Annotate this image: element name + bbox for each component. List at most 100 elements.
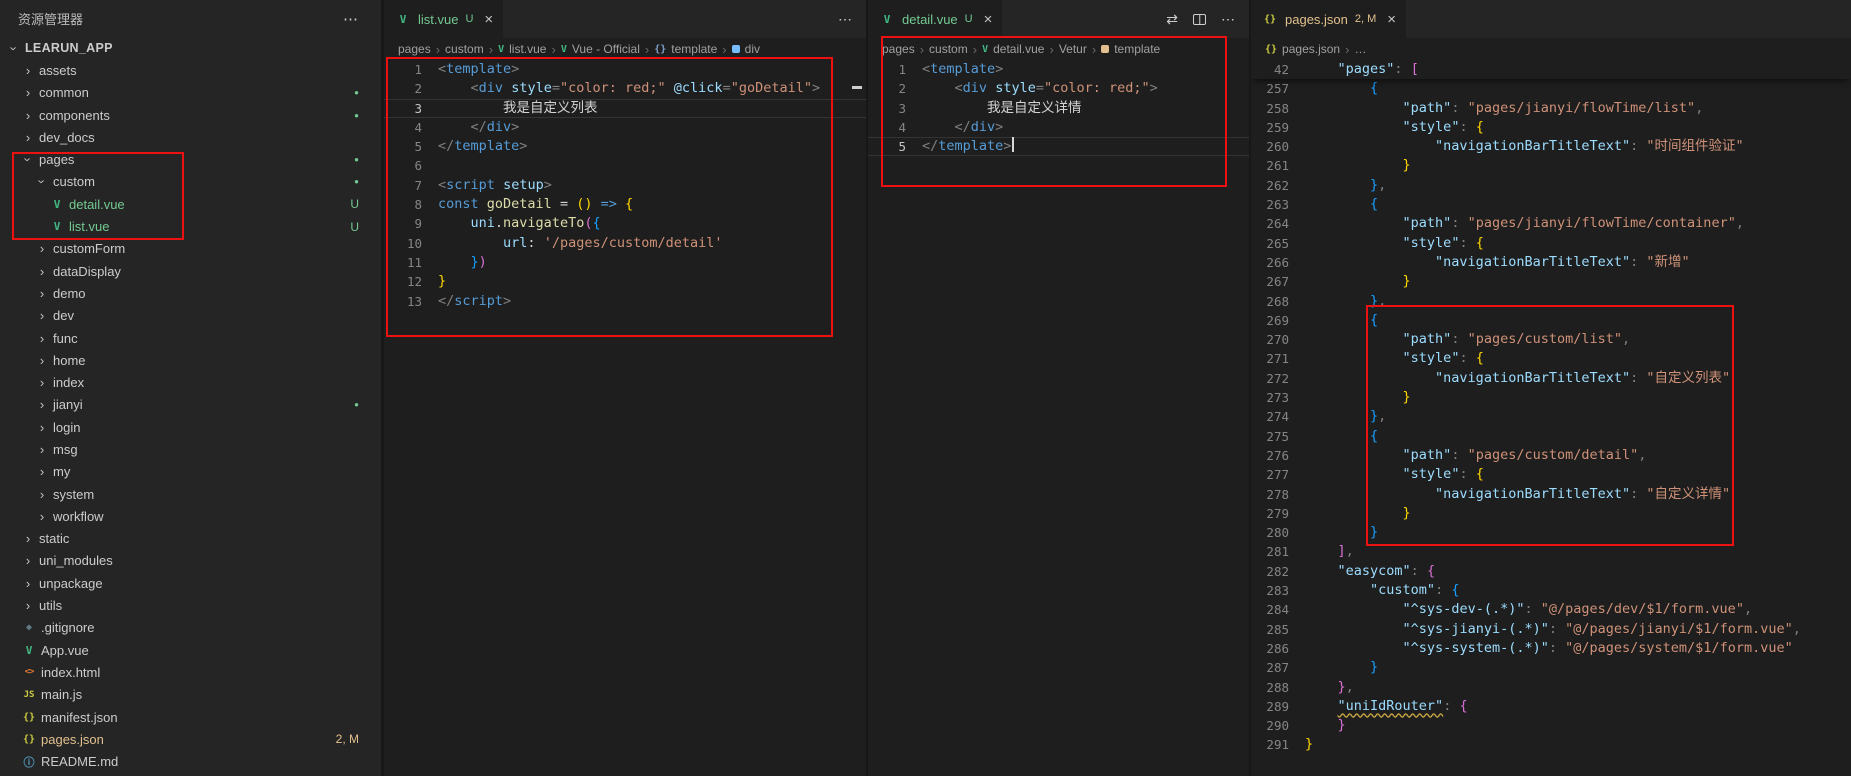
more-actions-icon[interactable]: ⋯ [1221,11,1235,28]
tree-item-label: list.vue [66,219,109,234]
tree-item-static[interactable]: ›static [0,528,381,550]
breadcrumb-item[interactable]: template [1114,42,1160,56]
breadcrumb-item[interactable]: custom [445,42,484,56]
tree-item-home[interactable]: ›home [0,349,381,371]
breadcrumb-item[interactable]: div [745,42,760,56]
code-line: 4 </div> [868,118,1249,137]
more-actions-icon[interactable]: ⋯ [838,11,852,28]
open-changes-icon[interactable]: ⇄ [1166,11,1178,28]
code-line: 287 } [1251,658,1851,677]
tree-item-common[interactable]: ›common● [0,82,381,104]
tree-item-pages[interactable]: ›pages● [0,148,381,170]
chevron-right-icon: › [34,264,50,279]
breadcrumb-item[interactable]: list.vue [509,42,546,56]
tab-pages-json[interactable]: {} pages.json 2, M × [1251,0,1407,38]
code-line: 285 "^sys-jianyi-(.*)": "@/pages/jianyi/… [1251,620,1851,639]
breadcrumb-item[interactable]: detail.vue [993,42,1044,56]
git-changes-dot: ● [354,88,359,97]
code-line: 280 } [1251,523,1851,542]
tree-item-label: static [36,531,69,546]
close-icon[interactable]: × [984,12,993,27]
tree-item-custom[interactable]: ›custom● [0,171,381,193]
chevron-right-icon: › [34,464,50,479]
line-number: 9 [384,214,438,233]
tree-item-uni-modules[interactable]: ›uni_modules [0,550,381,572]
code-line: 259 "style": { [1251,118,1851,137]
editor-area: V list.vue U × ⋯ pages›custom›Vlist.vue›… [382,0,1851,776]
tree-item-list-vue[interactable]: Vlist.vueU [0,215,381,237]
tree-item-label: dev_docs [36,130,95,145]
breadcrumb-item[interactable]: pages [398,42,431,56]
js-file-icon: JS [20,690,38,700]
line-number: 258 [1251,99,1305,118]
tree-item-login[interactable]: ›login [0,416,381,438]
code-line: 260 "navigationBarTitleText": "时间组件验证" [1251,137,1851,156]
tree-item-main-js[interactable]: JSmain.js [0,684,381,706]
code-line: 263 { [1251,195,1851,214]
explorer-sidebar: 资源管理器 ⋯ ›LEARUN_APP›assets›common●›compo… [0,0,382,776]
tree-item-app-vue[interactable]: VApp.vue [0,639,381,661]
chevron-right-icon: › [34,331,50,346]
code-line: 268 }, [1251,292,1851,311]
tree-item-label: pages.json [38,732,104,747]
tree-item-label: uni_modules [36,553,113,568]
close-icon[interactable]: × [1387,12,1396,27]
tree-item-label: workflow [50,509,104,524]
breadcrumb-item[interactable]: … [1354,42,1366,56]
split-editor-icon[interactable] [1193,14,1206,25]
tree-item-index-html[interactable]: <>index.html [0,661,381,683]
tree-item-utils[interactable]: ›utils [0,594,381,616]
tree-item-components[interactable]: ›components● [0,104,381,126]
tree-item-label: msg [50,442,78,457]
breadcrumb-item[interactable]: pages.json [1282,42,1340,56]
tree-item-label: dataDisplay [50,264,121,279]
code-editor-list-vue[interactable]: 1<template>2 <div style="color: red;" @c… [384,60,866,776]
code-editor-detail-vue[interactable]: 1<template>2 <div style="color: red;">3 … [868,60,1249,776]
breadcrumb-item[interactable]: Vue - Official [572,42,640,56]
line-number: 284 [1251,600,1305,619]
tab-list-vue[interactable]: V list.vue U × [384,0,504,38]
breadcrumb-item[interactable]: template [671,42,717,56]
more-actions-icon[interactable]: ⋯ [343,10,359,28]
code-line: 3 我是自定义列表 [384,99,866,118]
tree-item-dev-docs[interactable]: ›dev_docs [0,126,381,148]
tree-item-jianyi[interactable]: ›jianyi● [0,394,381,416]
tree-item-pages-json[interactable]: {}pages.json2, M [0,728,381,750]
breadcrumb-separator: › [722,42,726,57]
tree-item-readme-md[interactable]: ⓘREADME.md [0,751,381,773]
tree-item-learun-app[interactable]: ›LEARUN_APP [0,37,381,59]
breadcrumb-item[interactable]: custom [929,42,968,56]
tree-item-label: components [36,108,110,123]
tree-item-manifest-json[interactable]: {}manifest.json [0,706,381,728]
breadcrumbs: {}pages.json›… [1251,38,1851,60]
code-line: 274 }, [1251,407,1851,426]
close-icon[interactable]: × [484,12,493,27]
tree-item-dev[interactable]: ›dev [0,305,381,327]
tab-label: list.vue [418,12,458,27]
json-file-icon: {} [1261,14,1279,25]
line-number: 279 [1251,504,1305,523]
chevron-right-icon: › [20,63,36,78]
tree-item-my[interactable]: ›my [0,461,381,483]
breadcrumb-item[interactable]: pages [882,42,915,56]
tree-item-customform[interactable]: ›customForm [0,238,381,260]
tree-item-assets[interactable]: ›assets [0,59,381,81]
tree-item-unpackage[interactable]: ›unpackage [0,572,381,594]
breadcrumb-separator: › [1092,42,1096,57]
tree-item-detail-vue[interactable]: Vdetail.vueU [0,193,381,215]
breadcrumb-separator: › [1049,42,1053,57]
tree-item-gitignore[interactable]: ◆.gitignore [0,617,381,639]
code-editor-pages-json[interactable]: 42 "pages": [257 {258 "path": "pages/jia… [1251,60,1851,776]
tree-item-index[interactable]: ›index [0,371,381,393]
tree-item-func[interactable]: ›func [0,327,381,349]
breadcrumb-item[interactable]: Vetur [1059,42,1087,56]
tree-item-workflow[interactable]: ›workflow [0,505,381,527]
tree-item-demo[interactable]: ›demo [0,282,381,304]
code-line: 264 "path": "pages/jianyi/flowTime/conta… [1251,214,1851,233]
tab-detail-vue[interactable]: V detail.vue U × [868,0,1003,38]
tree-item-msg[interactable]: ›msg [0,438,381,460]
tree-item-system[interactable]: ›system [0,483,381,505]
code-line: 278 "navigationBarTitleText": "自定义详情" [1251,485,1851,504]
tree-item-datadisplay[interactable]: ›dataDisplay [0,260,381,282]
breadcrumb-separator: › [1345,42,1349,57]
